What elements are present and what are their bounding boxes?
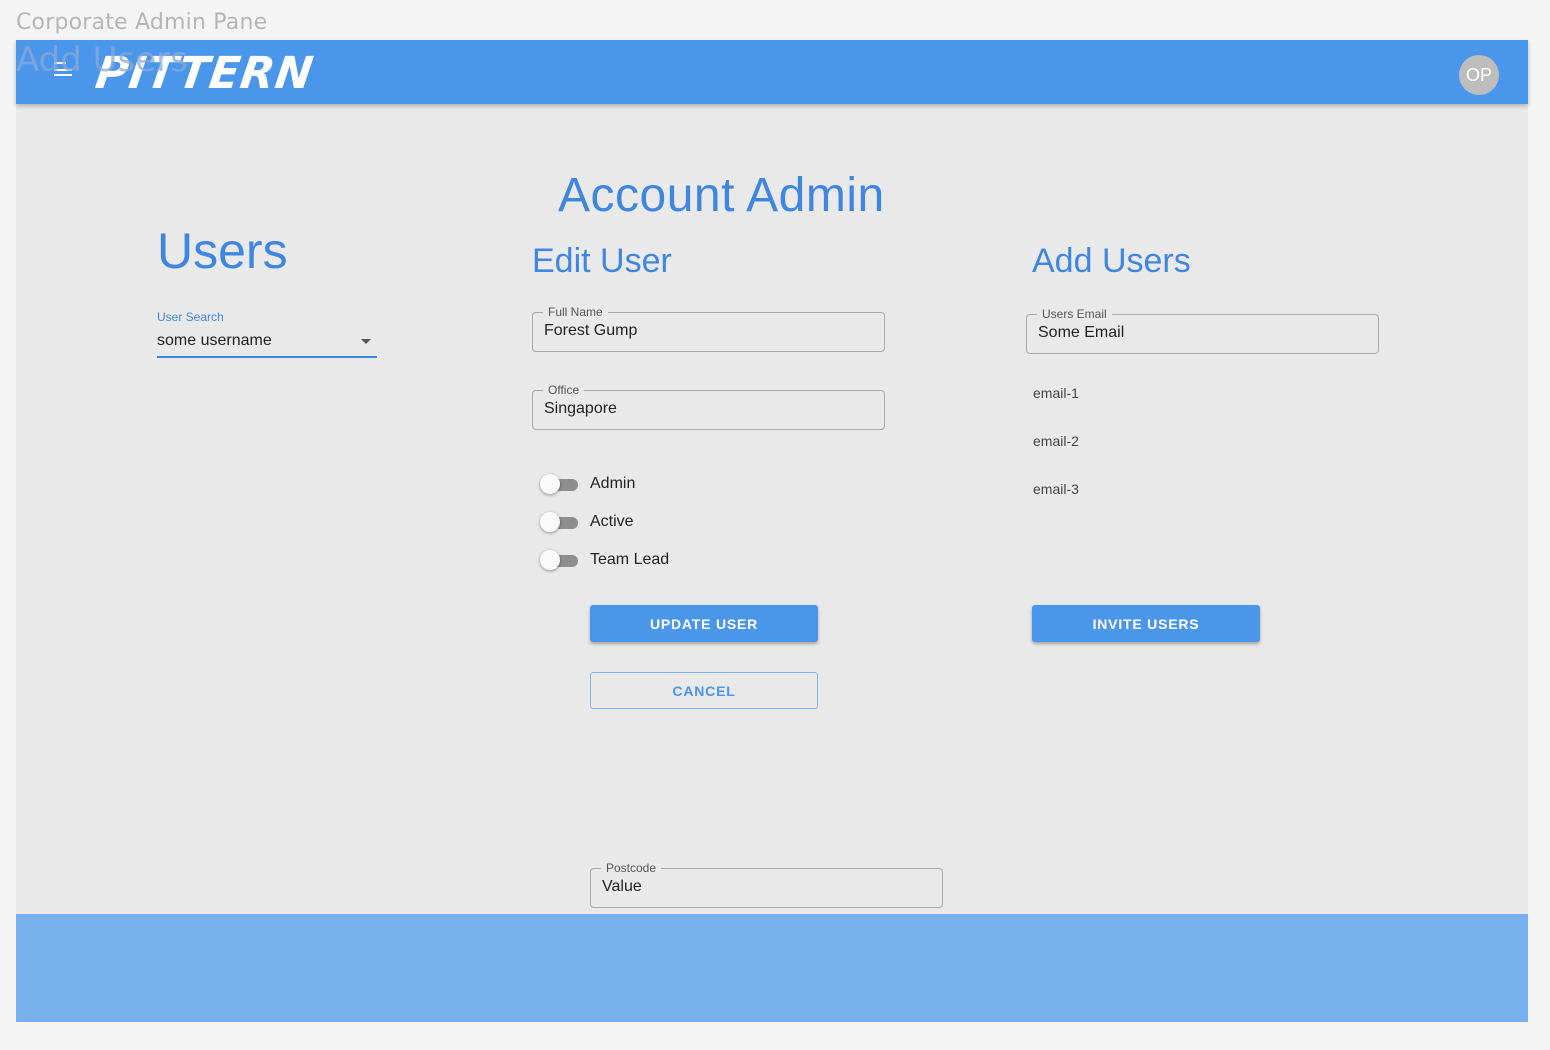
users-email-field[interactable]: Users Email Some Email <box>1026 307 1379 354</box>
toggle-team-lead-label: Team Lead <box>590 551 670 568</box>
list-item: email-2 <box>1033 433 1079 449</box>
app-window: PITTERN OP Account Admin Users User Sear… <box>16 40 1528 1022</box>
office-value: Singapore <box>544 400 617 417</box>
list-item: email-1 <box>1033 385 1079 401</box>
users-heading: Users <box>157 223 288 279</box>
toggle-thumb[interactable] <box>540 550 560 570</box>
office-label: Office <box>543 383 585 397</box>
user-search-value: some username <box>157 332 272 349</box>
users-email-value: Some Email <box>1038 324 1125 341</box>
avatar[interactable]: OP <box>1459 55 1499 95</box>
toggle-thumb[interactable] <box>540 474 560 494</box>
cancel-button[interactable]: CANCEL <box>590 672 818 709</box>
edit-user-heading: Edit User <box>532 242 672 280</box>
invite-users-button[interactable]: INVITE USERS <box>1032 605 1260 642</box>
app-bar: PITTERN OP <box>16 40 1528 104</box>
dropdown-caret-icon[interactable] <box>361 339 371 344</box>
toggle-admin-label: Admin <box>590 475 636 492</box>
postcode-field[interactable]: Postcode Value <box>590 861 943 908</box>
postcode-value: Value <box>602 878 642 895</box>
full-name-label: Full Name <box>543 305 608 319</box>
update-user-button[interactable]: UPDATE USER <box>590 605 818 642</box>
full-name-value: Forest Gump <box>544 322 638 339</box>
full-name-field[interactable]: Full Name Forest Gump <box>532 305 885 352</box>
footer-bar <box>16 914 1528 1022</box>
list-item: email-3 <box>1033 481 1079 497</box>
office-field[interactable]: Office Singapore <box>532 383 885 430</box>
frame-title: Corporate Admin Pane <box>16 10 268 35</box>
add-users-heading: Add Users <box>1032 242 1191 280</box>
user-search-select[interactable]: some username <box>157 330 377 358</box>
page-title: Account Admin <box>558 169 885 222</box>
toggle-active-label: Active <box>590 513 634 530</box>
postcode-label: Postcode <box>601 861 662 875</box>
user-search-label: User Search <box>157 310 224 324</box>
users-email-label: Users Email <box>1037 307 1112 321</box>
toggle-thumb[interactable] <box>540 512 560 532</box>
frame-subtitle: Add Users <box>16 40 188 80</box>
